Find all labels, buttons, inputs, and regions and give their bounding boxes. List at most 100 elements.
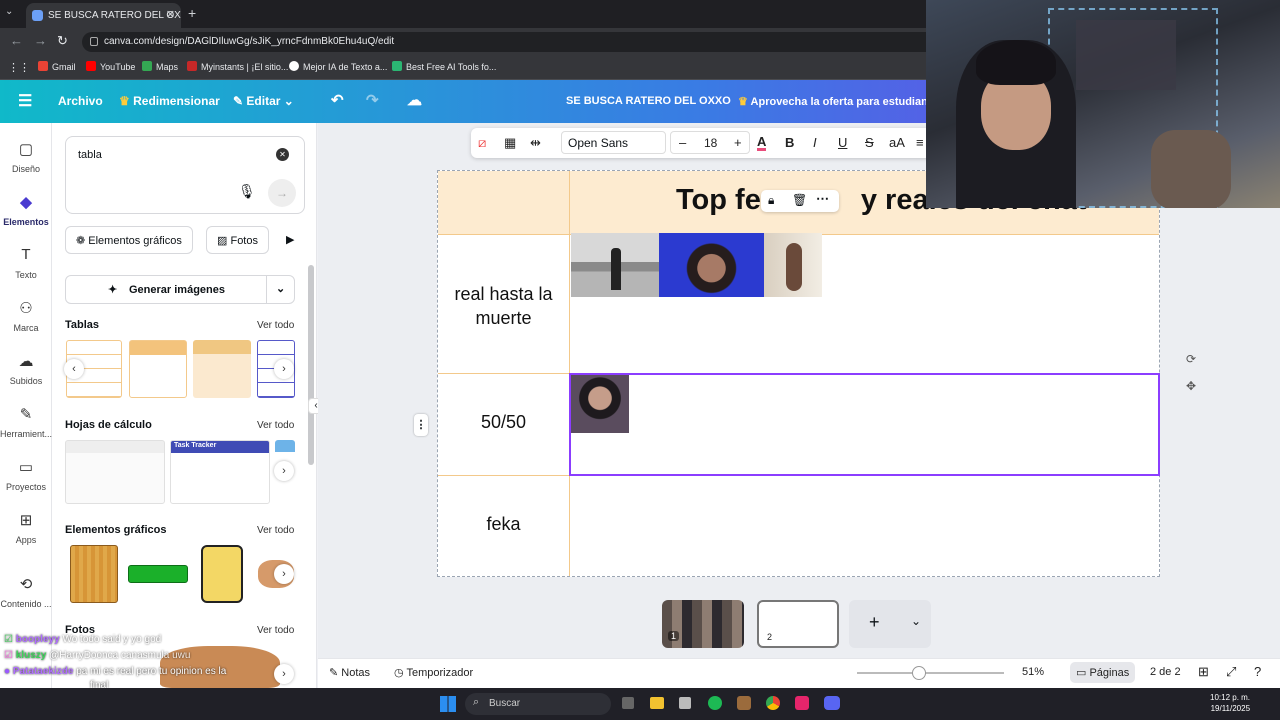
reload-icon[interactable]: ↻ <box>57 33 68 49</box>
page-thumbnail-2[interactable]: 2 <box>757 600 839 648</box>
spotify-icon[interactable] <box>708 696 722 710</box>
underline-button[interactable]: U <box>838 135 847 150</box>
rail-proyectos[interactable]: ▭ Proyectos <box>0 458 52 492</box>
bookmark-maps[interactable]: Maps <box>142 61 178 72</box>
photo-person[interactable] <box>764 233 822 297</box>
clear-search-icon[interactable]: ✕ <box>276 148 289 161</box>
align-icon[interactable]: ≡ <box>916 135 924 150</box>
close-tab-icon[interactable]: ✕ <box>166 8 175 21</box>
graphic-wood-board[interactable] <box>70 545 118 603</box>
rail-diseno[interactable]: ▢ Diseño <box>0 140 52 174</box>
fotos-see-all[interactable]: Ver todo <box>257 625 294 636</box>
letter-case-button[interactable]: aA <box>889 135 905 150</box>
graphic-yellow-card[interactable] <box>201 545 243 603</box>
bookmark-youtube[interactable]: YouTube <box>86 61 135 72</box>
clock[interactable]: 10:12 p. m. 19/11/2025 <box>1210 692 1250 714</box>
row-label-5050[interactable]: 50/50 <box>440 412 567 433</box>
bold-button[interactable]: B <box>785 135 794 150</box>
generate-images-button[interactable]: ✦ Generar imágenes ⌄ <box>65 275 295 304</box>
cloud-saved-icon[interactable]: ☁ <box>407 91 422 109</box>
bookmark-ia-texto[interactable]: Mejor IA de Texto a... <box>289 61 387 72</box>
scroll-right-icon[interactable]: › <box>274 461 294 481</box>
more-options-icon[interactable]: ⋯ <box>816 191 829 207</box>
pages-button[interactable]: ▭ Páginas <box>1070 662 1136 683</box>
search-box[interactable]: tabla ✕ 🎙 → <box>65 136 305 214</box>
row-label-feka[interactable]: feka <box>440 514 567 535</box>
task-view-icon[interactable] <box>622 697 634 709</box>
zoom-slider[interactable] <box>857 672 1004 674</box>
bookmark-ai-tools[interactable]: Best Free AI Tools fo... <box>392 61 496 72</box>
spreadsheet-template-1[interactable] <box>65 440 165 504</box>
archivo-menu[interactable]: Archivo <box>58 94 103 108</box>
undo-icon[interactable]: ↶ <box>331 91 344 109</box>
taskbar-search[interactable]: ⌕ Buscar <box>465 693 611 715</box>
table-grid-icon[interactable]: ▦ <box>504 135 516 151</box>
rail-contenido[interactable]: ⟲ Contenido ... <box>0 575 52 609</box>
decrease-size-button[interactable]: – <box>679 135 686 150</box>
chip-fotos[interactable]: ▨ Fotos <box>206 226 269 254</box>
url-field[interactable]: canva.com/design/DAGlDIluwGg/sJiK_yrncFd… <box>82 32 942 52</box>
redo-icon[interactable]: ↷ <box>366 91 379 109</box>
scroll-right-icon[interactable]: › <box>274 359 294 379</box>
scroll-right-icon[interactable]: › <box>274 564 294 584</box>
zoom-slider-handle[interactable] <box>912 666 926 680</box>
forward-icon[interactable]: → <box>34 33 47 48</box>
app-icon[interactable] <box>737 696 751 710</box>
tiktok-icon[interactable] <box>795 696 809 710</box>
grid-view-icon[interactable]: ⊞ <box>1198 664 1209 680</box>
color-none-icon[interactable]: ⧄ <box>478 135 486 151</box>
discord-icon[interactable] <box>824 696 840 710</box>
apps-grid-icon[interactable]: ⋮⋮ <box>8 61 30 74</box>
chevron-down-icon[interactable]: ⌄ <box>911 614 921 628</box>
chrome-icon[interactable] <box>766 696 780 710</box>
chevron-down-icon[interactable]: ⌄ <box>276 282 285 295</box>
lock-icon[interactable]: 🔒︎ <box>768 193 774 208</box>
trash-icon[interactable]: 🗑︎ <box>792 193 807 207</box>
help-icon[interactable]: ? <box>1254 664 1261 679</box>
notes-button[interactable]: ✎ Notas <box>329 666 370 679</box>
timer-button[interactable]: ◷ Temporizador <box>394 666 473 679</box>
submit-search-icon[interactable]: → <box>268 179 296 207</box>
graphic-green-bar[interactable] <box>128 565 188 583</box>
tab-search-icon[interactable]: ⌄ <box>5 6 13 17</box>
site-info-icon[interactable] <box>90 37 98 46</box>
font-family-select[interactable]: Open Sans <box>561 131 666 154</box>
rail-herramientas[interactable]: ✎ Herramient... <box>0 405 52 439</box>
row-handle-icon[interactable]: ⋮ <box>414 414 428 436</box>
rail-subidos[interactable]: ☁ Subidos <box>0 352 52 386</box>
selected-row[interactable] <box>569 373 1160 476</box>
chip-video-icon[interactable]: ▶ <box>282 226 306 254</box>
row-label-real[interactable]: real hasta la muerte <box>440 282 567 330</box>
font-size-value[interactable]: 18 <box>704 136 717 150</box>
photo-beach[interactable] <box>571 233 659 297</box>
rotate-icon[interactable]: ⟳ <box>1186 352 1196 366</box>
photo-webcam[interactable] <box>659 233 764 297</box>
rail-apps[interactable]: ⊞ Apps <box>0 511 52 545</box>
design-title[interactable]: SE BUSCA RATERO DEL OXXO <box>566 95 731 107</box>
panel-scrollbar[interactable] <box>308 265 314 465</box>
promo-link[interactable]: ♛ Aprovecha la oferta para estudiant <box>738 95 931 108</box>
table-template-2[interactable] <box>129 340 187 398</box>
table-template-3[interactable] <box>193 340 251 398</box>
increase-size-button[interactable]: + <box>734 135 742 150</box>
file-explorer-icon[interactable] <box>650 697 664 709</box>
menu-icon[interactable]: ☰ <box>18 91 32 111</box>
tablas-see-all[interactable]: Ver todo <box>257 320 294 331</box>
bookmark-gmail[interactable]: Gmail <box>38 61 76 72</box>
strikethrough-button[interactable]: S <box>865 135 874 150</box>
rail-elementos[interactable]: ◆ Elementos <box>0 193 52 227</box>
text-color-button[interactable]: A <box>757 135 767 151</box>
elementos-see-all[interactable]: Ver todo <box>257 525 294 536</box>
search-input[interactable]: tabla <box>78 149 102 161</box>
move-icon[interactable]: ✥ <box>1186 379 1196 393</box>
back-icon[interactable]: ← <box>10 33 23 48</box>
zoom-level[interactable]: 51% <box>1022 666 1044 678</box>
editar-button[interactable]: ✎ Editar ⌄ <box>233 94 294 108</box>
browser-tab[interactable]: SE BUSCA RATERO DEL OXXO ✕ <box>26 3 181 28</box>
hojas-see-all[interactable]: Ver todo <box>257 420 294 431</box>
spreadsheet-template-task-tracker[interactable]: Task Tracker <box>170 440 270 504</box>
microphone-icon[interactable]: 🎙 <box>238 183 256 200</box>
new-tab-icon[interactable]: + <box>188 5 196 21</box>
chip-elementos-graficos[interactable]: ❁ Elementos gráficos <box>65 226 193 254</box>
bookmark-myinstants[interactable]: Myinstants | ¡El sitio... <box>187 61 288 72</box>
